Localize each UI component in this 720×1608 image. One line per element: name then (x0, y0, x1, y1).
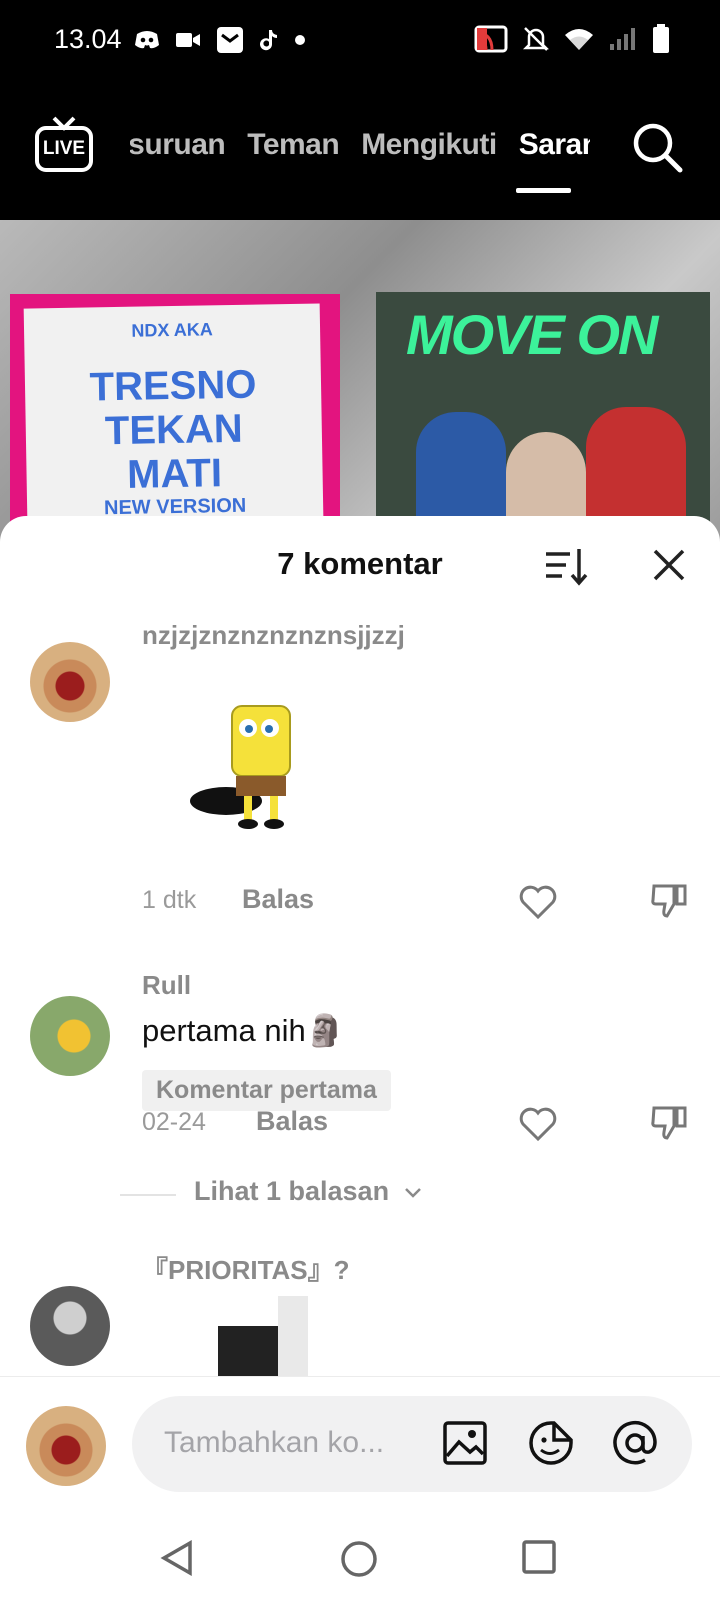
comment-username[interactable]: Rull (142, 970, 191, 1001)
tab-mengikuti[interactable]: Mengikuti (361, 128, 497, 162)
poster-small-text: NDX AKA (131, 319, 213, 341)
bell-muted-icon (522, 25, 550, 53)
signal-icon (608, 26, 638, 52)
comment-timestamp: 1 dtk (142, 886, 197, 914)
comment-text: pertama nih🗿 (142, 1013, 345, 1048)
album-cover-left: NDX AKA TRESNO TEKAN MATI NEW VERSION (10, 294, 340, 550)
system-navigation-bar (0, 1500, 720, 1608)
tiktok-icon (260, 29, 278, 51)
sticker-image (218, 1296, 318, 1376)
heart-icon[interactable] (518, 884, 558, 920)
tab-saran[interactable]: Saran (519, 128, 590, 162)
dislike-icon[interactable] (650, 1104, 688, 1142)
first-comment-badge: Komentar pertama (142, 1070, 391, 1111)
poster-line-3: MATI (126, 451, 223, 497)
poster-line-2: TEKAN (104, 406, 244, 454)
mention-icon[interactable] (612, 1420, 658, 1466)
status-bar: 13.04 (0, 0, 720, 84)
view-replies-button[interactable]: Lihat 1 balasan (194, 1176, 423, 1207)
dislike-icon[interactable] (650, 882, 688, 920)
back-icon[interactable] (160, 1539, 194, 1581)
comment-input-placeholder: Tambahkan ko... (164, 1426, 385, 1459)
top-nav: LIVE asuruan Teman Mengikuti Saran (0, 84, 720, 220)
comment-username[interactable]: 『PRIORITAS』? (142, 1250, 350, 1287)
comment-input[interactable]: Tambahkan ko... (132, 1396, 692, 1492)
wifi-icon (564, 26, 594, 52)
discord-icon (134, 30, 160, 50)
video-player[interactable]: NDX AKA TRESNO TEKAN MATI NEW VERSION MO… (0, 220, 720, 550)
comment-timestamp: 02-24 (142, 1108, 206, 1136)
poster-graffiti-title: MOVE ON (406, 303, 658, 366)
comments-sheet: 7 komentar nzjzjznznznznznsjjzzj 1 dtk B… (0, 516, 720, 1608)
search-icon[interactable] (630, 120, 684, 174)
sort-icon[interactable] (544, 546, 588, 586)
view-replies-line (120, 1194, 176, 1196)
feed-tabs: asuruan Teman Mengikuti Saran (130, 128, 590, 188)
reply-button[interactable]: Balas (256, 1106, 328, 1137)
sticker-image (186, 696, 306, 836)
cast-icon (474, 25, 508, 53)
emoji-sticker-icon[interactable] (528, 1420, 574, 1466)
live-label: LIVE (42, 138, 86, 159)
notification-dot-icon (294, 34, 306, 46)
comments-count-title: 7 komentar (277, 546, 443, 581)
user-avatar (26, 1406, 106, 1486)
view-replies-label: Lihat 1 balasan (194, 1176, 390, 1206)
album-cover-right: MOVE ON (376, 292, 710, 550)
inbox-icon (216, 26, 244, 54)
avatar[interactable] (30, 996, 110, 1076)
recents-icon[interactable] (522, 1540, 556, 1579)
divider (0, 1376, 720, 1377)
active-tab-indicator (516, 188, 571, 193)
tab-teman[interactable]: Teman (247, 128, 339, 162)
tab-asuruan[interactable]: asuruan (130, 128, 226, 162)
comment-username[interactable]: nzjzjznznznznznsjjzzj (142, 620, 405, 651)
avatar[interactable] (30, 1286, 110, 1366)
image-icon[interactable] (442, 1420, 488, 1466)
close-icon[interactable] (652, 548, 686, 582)
video-camera-icon (176, 31, 200, 49)
heart-icon[interactable] (518, 1106, 558, 1142)
chevron-down-icon (404, 1188, 421, 1198)
live-button[interactable]: LIVE (34, 116, 94, 174)
avatar[interactable] (30, 642, 110, 722)
status-time: 13.04 (54, 24, 122, 54)
home-icon[interactable] (340, 1540, 378, 1583)
reply-button[interactable]: Balas (242, 884, 314, 915)
battery-icon (652, 24, 670, 54)
poster-line-1: TRESNO (89, 362, 257, 410)
